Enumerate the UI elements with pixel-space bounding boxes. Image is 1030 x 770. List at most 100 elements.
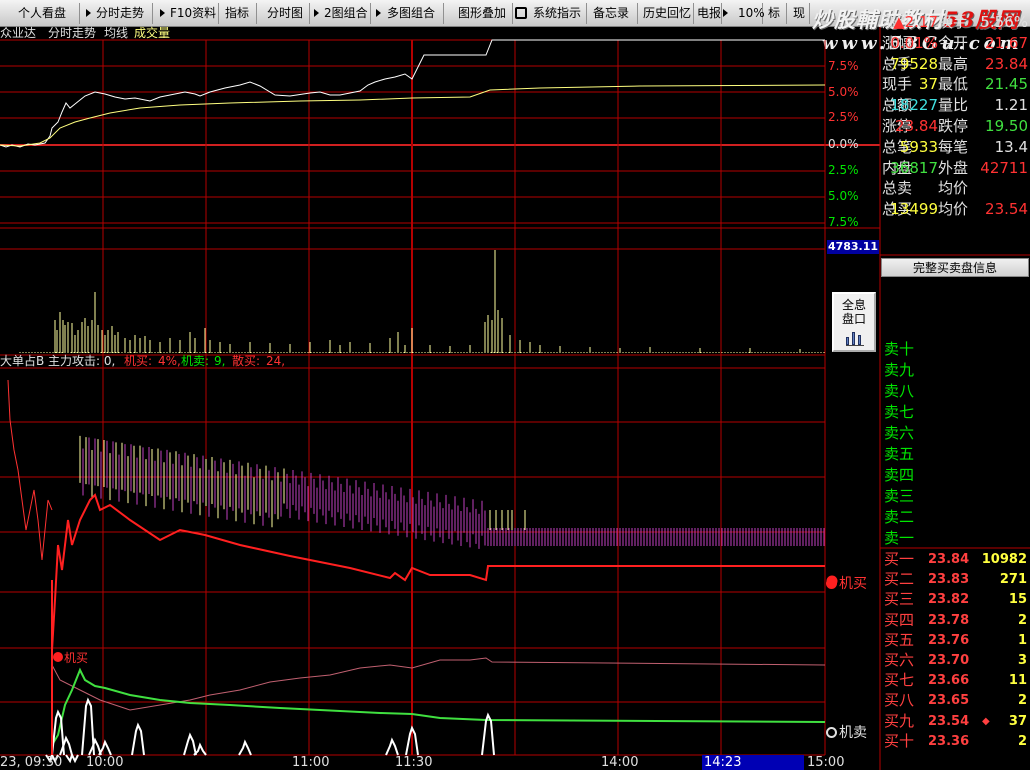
buy-price: 23.36 — [928, 733, 970, 749]
buy-label: 买一 — [884, 550, 915, 568]
buy-row: 买五 23.76 1 — [882, 630, 1030, 651]
legend-jmai: 机卖 — [826, 722, 867, 742]
buy-price: 23.78 — [928, 612, 970, 628]
sell-label: 卖八 — [884, 382, 915, 400]
info-row: 现手 37 最低 21.45 — [882, 74, 1030, 95]
info-label: 最高 — [938, 54, 969, 73]
info-value: 37 — [918, 75, 938, 94]
sell-label: 卖三 — [884, 487, 915, 505]
info-label: 今开 — [938, 33, 969, 52]
pct-up-3: 7.5% — [828, 59, 859, 73]
chart-canvas — [0, 27, 1030, 770]
index-value: 4783.11 — [827, 240, 879, 254]
sell-row: 卖七 — [882, 402, 1030, 423]
info-value: 5933 — [899, 137, 938, 156]
buy-price: 23.82 — [928, 592, 970, 608]
info-row: 总手 79528 最高 23.84 — [882, 54, 1030, 75]
stock-name: 众业达 — [0, 26, 37, 40]
sell-label: 卖四 — [884, 466, 915, 484]
buy-row: 买三 23.82 15 — [882, 589, 1030, 610]
info-row: 涨跌 ▲2.17 换手 5.56% — [882, 12, 1030, 33]
jm-line — [51, 493, 825, 651]
buy-row: 买六 23.70 3 — [882, 650, 1030, 671]
sell-row: 卖二 — [882, 507, 1030, 528]
pct-zero: 0.0% — [828, 137, 859, 151]
info-value: 5.56% — [980, 13, 1028, 31]
time-label-1000: 10:00 — [86, 755, 124, 770]
info-label: 跌停 — [938, 117, 969, 135]
attack-value: 主力攻击: 0, — [48, 354, 116, 368]
legend-jm: 机买 — [826, 573, 867, 593]
buy-price: 23.54 — [928, 713, 970, 729]
info-row: 涨停 23.84 跌停 19.50 — [882, 116, 1030, 137]
jm-noise-line — [7, 379, 53, 561]
buy-volume: 15 — [1008, 592, 1027, 608]
info-label: 现手 — [882, 75, 913, 94]
sell-row: 卖一 — [882, 528, 1030, 549]
red-dot-icon — [826, 578, 837, 589]
jmai-label: 机卖: — [181, 354, 210, 368]
buy-row: 买二 23.83 271 — [882, 569, 1030, 590]
sm-value: 24, — [266, 354, 286, 368]
sell-row: 卖六 — [882, 423, 1030, 444]
info-value: 13.4 — [994, 137, 1028, 156]
buy-price: 23.70 — [928, 653, 970, 668]
info-row: 总笔 5933 每笔 13.4 — [882, 137, 1030, 158]
info-row: 总卖 均价 — [882, 178, 1030, 199]
spike-mark — [98, 739, 112, 756]
buy-row: 买十 23.36 2 — [882, 731, 1030, 752]
time-label-1500: 15:00 — [807, 755, 845, 770]
info-value: 23.84 — [895, 117, 938, 135]
buy-row: 买四 23.78 2 — [882, 610, 1030, 631]
info-value: 1.21 — [994, 96, 1028, 115]
time-label-1100: 11:00 — [292, 755, 330, 770]
avg-label: 均线 — [104, 26, 129, 40]
buy-label: 买三 — [884, 590, 915, 609]
buy-row: 买九 23.54 ◆ 37 — [882, 711, 1030, 732]
info-value: 79528 — [890, 54, 938, 73]
info-value: 0.01% — [890, 33, 938, 52]
buy-label: 买九 — [884, 711, 915, 730]
full-info-button[interactable]: 完整买卖盘信息 — [881, 258, 1029, 277]
info-row: 总额 18227 量比 1.21 — [882, 95, 1030, 116]
buy-row: 买一 23.84 10982 — [882, 549, 1030, 570]
buy-price: 23.83 — [928, 572, 970, 588]
sell-row: 卖九 — [882, 360, 1030, 381]
buy-volume: 2 — [1017, 612, 1027, 628]
pct-up-1: 2.5% — [828, 110, 859, 124]
info-value: 18227 — [890, 96, 938, 115]
jmai-value: 9, — [214, 354, 226, 368]
info-value: 21.45 — [985, 75, 1028, 94]
bar-chart-icon — [846, 332, 864, 346]
buy-volume: 271 — [999, 572, 1027, 588]
buy-volume: 2 — [1017, 733, 1027, 749]
spike-mark — [131, 722, 145, 756]
buy-row: 买八 23.65 2 — [882, 690, 1030, 711]
pct-dn-3: 7.5% — [828, 215, 859, 229]
jm-label: 机买: — [124, 354, 153, 368]
buy-volume: 2 — [1017, 693, 1027, 709]
time-cursor-label: 14:23 — [702, 755, 804, 770]
spike-mark — [385, 737, 399, 756]
time-label-1130: 11:30 — [395, 755, 433, 770]
spike-mark — [59, 735, 73, 756]
circle-icon — [826, 727, 837, 738]
sell-row: 卖三 — [882, 486, 1030, 507]
buy-volume: 1 — [1017, 632, 1027, 648]
sell-label: 卖九 — [884, 361, 915, 379]
buy-label: 买六 — [884, 651, 915, 669]
indicator-name: 大单占B — [0, 354, 45, 368]
buy-label: 买五 — [884, 630, 915, 649]
info-value: 36817 — [890, 158, 938, 177]
info-label: 量比 — [938, 96, 969, 115]
sell-label: 卖一 — [884, 529, 915, 547]
spike-mark — [65, 752, 79, 764]
info-value: 23.54 — [985, 200, 1028, 219]
pct-dn-2: 5.0% — [828, 189, 859, 203]
full-orderbook-button[interactable]: 全息 盘口 — [832, 292, 876, 352]
info-value: 19.50 — [985, 117, 1028, 135]
info-row: 总买 13499 均价 23.54 — [882, 199, 1030, 220]
full-btn-line2: 盘口 — [841, 312, 866, 326]
buy-price: 23.76 — [928, 632, 970, 648]
sell-row: 卖四 — [882, 465, 1030, 486]
